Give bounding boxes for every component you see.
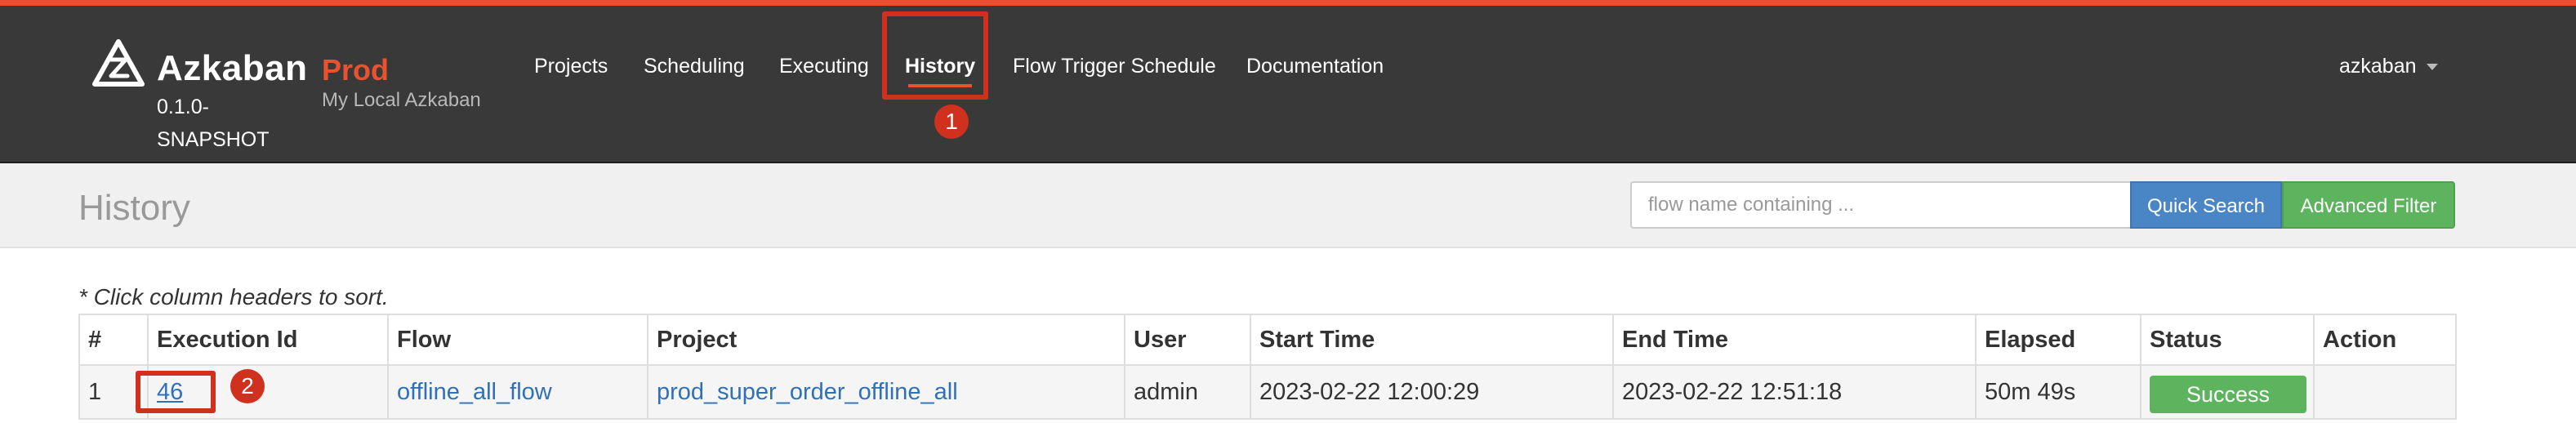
sort-hint: * Click column headers to sort. bbox=[78, 284, 389, 309]
flow-search-input[interactable] bbox=[1630, 181, 2130, 229]
execution-id-highlight-box bbox=[136, 371, 216, 413]
brand-name[interactable]: Azkaban bbox=[157, 48, 307, 89]
column-header-elapsed[interactable]: Elapsed bbox=[1975, 314, 2141, 366]
cell-user: admin bbox=[1124, 364, 1251, 420]
nav-flow-trigger-schedule[interactable]: Flow Trigger Schedule bbox=[1013, 55, 1216, 78]
cell-status: Success bbox=[2140, 364, 2315, 420]
environment-name: Prod bbox=[322, 53, 390, 87]
environment-description: My Local Azkaban bbox=[322, 89, 481, 111]
cell-elapsed: 50m 49s bbox=[1975, 364, 2141, 420]
annotation-badge-1: 1 bbox=[934, 105, 969, 139]
annotation-badge-2: 2 bbox=[230, 369, 265, 403]
page-subheader: History Quick Search Advanced Filter bbox=[0, 163, 2576, 248]
table-row: 1 46 offline_all_flow prod_super_order_o… bbox=[78, 364, 2457, 420]
column-header-action[interactable]: Action bbox=[2313, 314, 2457, 366]
project-link[interactable]: prod_super_order_offline_all bbox=[657, 379, 958, 405]
column-header-index[interactable]: # bbox=[78, 314, 149, 366]
nav-projects[interactable]: Projects bbox=[534, 55, 608, 78]
flow-link[interactable]: offline_all_flow bbox=[397, 379, 552, 405]
column-header-execution-id[interactable]: Execution Id bbox=[147, 314, 389, 366]
azkaban-logo-icon bbox=[92, 39, 145, 87]
cell-action bbox=[2313, 364, 2457, 420]
nav-documentation[interactable]: Documentation bbox=[1246, 55, 1384, 78]
column-header-user[interactable]: User bbox=[1124, 314, 1251, 366]
page-title: History bbox=[78, 188, 190, 228]
brand-version: 0.1.0-SNAPSHOT bbox=[157, 96, 270, 151]
column-header-project[interactable]: Project bbox=[647, 314, 1125, 366]
caret-down-icon bbox=[2426, 64, 2438, 71]
table-header-row: # Execution Id Flow Project User Start T… bbox=[78, 314, 2457, 366]
user-menu[interactable]: azkaban bbox=[2339, 55, 2438, 78]
column-header-flow[interactable]: Flow bbox=[387, 314, 648, 366]
column-header-status[interactable]: Status bbox=[2140, 314, 2315, 366]
column-header-start-time[interactable]: Start Time bbox=[1250, 314, 1614, 366]
column-header-end-time[interactable]: End Time bbox=[1612, 314, 1977, 366]
execution-history-table: # Execution Id Flow Project User Start T… bbox=[78, 314, 2457, 420]
nav-executing[interactable]: Executing bbox=[779, 55, 869, 78]
cell-end-time: 2023-02-22 12:51:18 bbox=[1612, 364, 1977, 420]
status-badge: Success bbox=[2150, 376, 2306, 413]
nav-scheduling[interactable]: Scheduling bbox=[644, 55, 745, 78]
top-navbar: Azkaban 0.1.0-SNAPSHOT Prod My Local Azk… bbox=[0, 0, 2576, 163]
user-name: azkaban bbox=[2339, 55, 2417, 78]
quick-search-button[interactable]: Quick Search bbox=[2130, 181, 2282, 229]
cell-flow: offline_all_flow bbox=[387, 364, 648, 420]
advanced-filter-button[interactable]: Advanced Filter bbox=[2282, 181, 2455, 229]
history-highlight-box bbox=[882, 11, 988, 100]
cell-project: prod_super_order_offline_all bbox=[647, 364, 1125, 420]
cell-start-time: 2023-02-22 12:00:29 bbox=[1250, 364, 1614, 420]
